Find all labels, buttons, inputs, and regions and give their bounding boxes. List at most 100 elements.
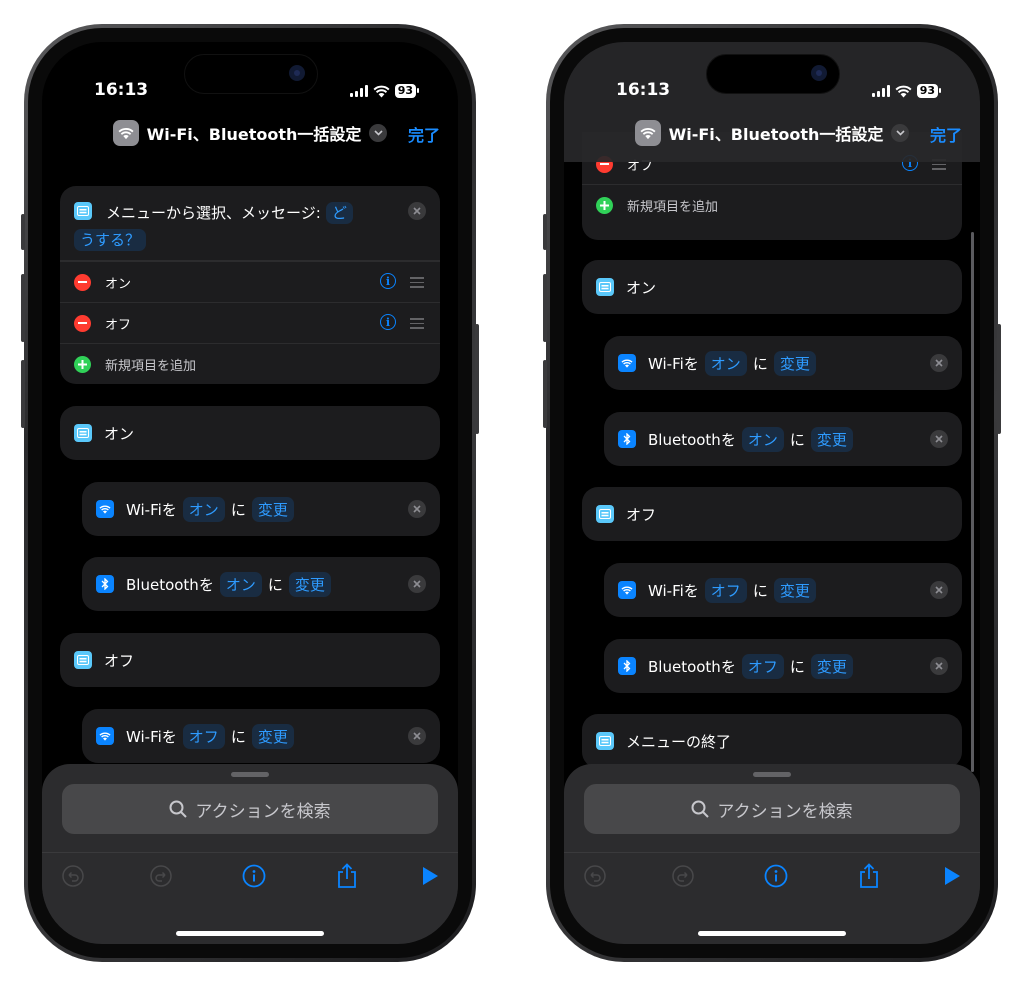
side-button: [997, 324, 1001, 434]
operation-token[interactable]: 変更: [810, 653, 853, 679]
done-button[interactable]: 完了: [408, 122, 440, 146]
particle-text: に: [752, 581, 768, 600]
wifi-icon: [96, 500, 114, 518]
done-button[interactable]: 完了: [930, 122, 962, 146]
action-label: Bluetoothを: [648, 430, 736, 449]
action-search-sheet: アクションを検索: [42, 764, 458, 944]
end-menu-action[interactable]: メニューの終了: [582, 714, 962, 768]
delete-item-icon[interactable]: [74, 314, 91, 332]
info-icon[interactable]: i: [380, 273, 396, 289]
undo-icon[interactable]: [580, 861, 610, 891]
remove-action-button[interactable]: [408, 202, 426, 220]
play-icon[interactable]: [415, 861, 445, 891]
share-icon[interactable]: [332, 861, 362, 891]
reorder-icon[interactable]: [410, 277, 424, 291]
side-button: [475, 324, 479, 434]
state-token[interactable]: オン: [704, 350, 747, 376]
remove-action-button[interactable]: [930, 657, 948, 675]
operation-token[interactable]: 変更: [288, 571, 331, 597]
menu-prompt-token-cont[interactable]: うする？: [74, 229, 147, 251]
menu-icon: [74, 424, 92, 442]
nav-bar: Wi-Fi、Bluetooth一括設定 完了: [564, 102, 980, 162]
remove-action-button[interactable]: [408, 500, 426, 518]
add-item-icon[interactable]: [74, 355, 91, 373]
info-icon[interactable]: [761, 861, 791, 891]
action-button: [21, 214, 25, 250]
status-icons: 93: [349, 84, 420, 98]
chevron-down-icon[interactable]: [891, 124, 910, 142]
redo-icon[interactable]: [146, 861, 176, 891]
menu-item-label[interactable]: オフ: [105, 314, 131, 333]
state-token[interactable]: オフ: [704, 577, 747, 603]
info-icon[interactable]: [239, 861, 269, 891]
shortcut-wifi-icon: [112, 120, 139, 146]
wifi-status-icon: [895, 85, 912, 97]
nav-title[interactable]: Wi-Fi、Bluetooth一括設定: [42, 120, 458, 146]
play-icon[interactable]: [937, 861, 967, 891]
remove-action-button[interactable]: [930, 581, 948, 599]
operation-token[interactable]: 変更: [810, 426, 853, 452]
editor-toolbar: [42, 852, 458, 901]
search-input[interactable]: アクションを検索: [584, 784, 960, 834]
dynamic-island: [184, 54, 318, 94]
set-wifi-action[interactable]: Wi-Fiを オン に 変更: [82, 482, 440, 536]
state-token[interactable]: オフ: [182, 723, 225, 749]
operation-token[interactable]: 変更: [773, 577, 816, 603]
share-icon[interactable]: [854, 861, 884, 891]
menu-item[interactable]: オン i: [60, 262, 440, 303]
menu-icon: [596, 278, 614, 296]
status-icons: 93: [871, 84, 942, 98]
home-indicator[interactable]: [176, 931, 324, 936]
remove-action-button[interactable]: [930, 430, 948, 448]
delete-item-icon[interactable]: [74, 273, 91, 291]
set-wifi-action[interactable]: Wi-Fiを オン に 変更: [604, 336, 962, 390]
remove-action-button[interactable]: [408, 727, 426, 745]
bluetooth-icon: [618, 430, 636, 448]
set-bluetooth-action[interactable]: Bluetoothを オン に 変更: [82, 557, 440, 611]
state-token[interactable]: オフ: [741, 653, 784, 679]
state-token[interactable]: オン: [741, 426, 784, 452]
menu-prompt-token[interactable]: ど: [325, 202, 353, 224]
add-item-icon[interactable]: [596, 196, 613, 214]
search-icon: [169, 800, 188, 818]
camera-icon: [811, 65, 827, 81]
end-menu-label: メニューの終了: [626, 732, 732, 751]
menu-case-on[interactable]: オン: [60, 406, 440, 460]
remove-action-button[interactable]: [408, 575, 426, 593]
add-item-label[interactable]: 新規項目を追加: [105, 355, 196, 374]
sheet-handle[interactable]: [231, 772, 269, 777]
redo-icon[interactable]: [668, 861, 698, 891]
choose-from-menu-action[interactable]: メニューから選択、メッセージ: ど うする？ オン i オフ i 新規項目を追加: [60, 186, 440, 384]
sheet-handle[interactable]: [753, 772, 791, 777]
nav-title[interactable]: Wi-Fi、Bluetooth一括設定: [564, 120, 980, 146]
home-indicator[interactable]: [698, 931, 846, 936]
set-bluetooth-action[interactable]: Bluetoothを オン に 変更: [604, 412, 962, 466]
operation-token[interactable]: 変更: [251, 496, 294, 522]
operation-token[interactable]: 変更: [251, 723, 294, 749]
menu-case-off[interactable]: オフ: [60, 633, 440, 687]
reorder-icon[interactable]: [410, 318, 424, 332]
menu-case-on[interactable]: オン: [582, 260, 962, 314]
add-item-label[interactable]: 新規項目を追加: [627, 196, 718, 215]
add-menu-item[interactable]: 新規項目を追加: [582, 185, 962, 225]
set-bluetooth-action[interactable]: Bluetoothを オフ に 変更: [604, 639, 962, 693]
remove-action-button[interactable]: [930, 354, 948, 372]
wifi-status-icon: [373, 85, 390, 97]
info-icon[interactable]: i: [380, 314, 396, 330]
state-token[interactable]: オン: [219, 571, 262, 597]
search-input[interactable]: アクションを検索: [62, 784, 438, 834]
undo-icon[interactable]: [58, 861, 88, 891]
menu-item-label[interactable]: オン: [105, 273, 131, 292]
set-wifi-action[interactable]: Wi-Fiを オフ に 変更: [604, 563, 962, 617]
action-label: Wi-Fiを: [126, 500, 177, 519]
menu-item[interactable]: オフ i: [60, 303, 440, 344]
menu-case-off[interactable]: オフ: [582, 487, 962, 541]
set-wifi-action[interactable]: Wi-Fiを オフ に 変更: [82, 709, 440, 763]
screen: 16:13 93 Wi-Fi、Bluetooth一括設定 完了: [42, 42, 458, 944]
operation-token[interactable]: 変更: [773, 350, 816, 376]
chevron-down-icon[interactable]: [369, 124, 388, 142]
state-token[interactable]: オン: [182, 496, 225, 522]
add-menu-item[interactable]: 新規項目を追加: [60, 344, 440, 384]
scrollbar[interactable]: [971, 232, 974, 772]
wifi-icon: [96, 727, 114, 745]
